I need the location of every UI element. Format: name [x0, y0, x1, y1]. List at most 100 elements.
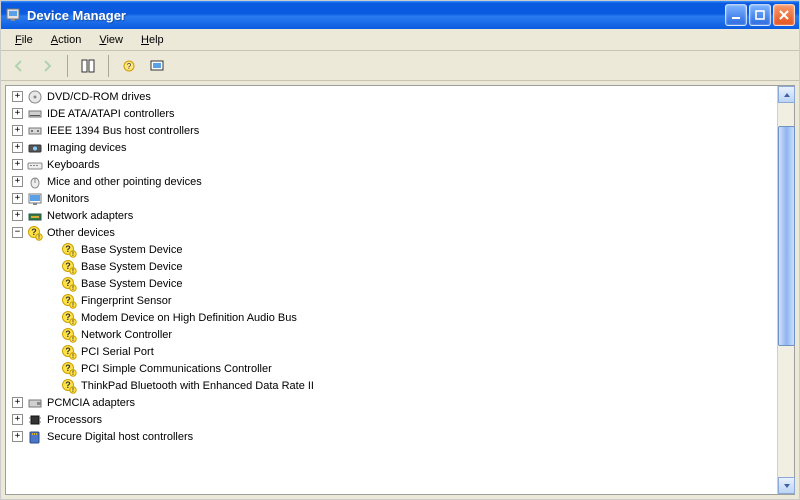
scroll-down-button[interactable] — [778, 477, 795, 494]
collapse-toggle-icon[interactable]: − — [12, 227, 23, 238]
expand-toggle-icon[interactable]: + — [12, 142, 23, 153]
tree-indent — [46, 329, 57, 340]
pcmcia-icon — [27, 395, 43, 411]
tree-node-label: Base System Device — [81, 261, 182, 273]
tree-category[interactable]: + Network adapters — [8, 207, 777, 224]
tree-category[interactable]: +Processors — [8, 411, 777, 428]
tree-category[interactable]: +IEEE 1394 Bus host controllers — [8, 122, 777, 139]
tree-node-label: Network Controller — [81, 329, 172, 341]
expand-toggle-icon[interactable]: + — [12, 159, 23, 170]
tree-node-label: Base System Device — [81, 278, 182, 290]
unknown-icon — [61, 276, 77, 292]
tree-category[interactable]: + PCMCIA adapters — [8, 394, 777, 411]
tree-category[interactable]: − Other devices — [8, 224, 777, 241]
tree-category[interactable]: + Imaging devices — [8, 139, 777, 156]
tree-node-label: Mice and other pointing devices — [47, 176, 202, 188]
close-button[interactable] — [773, 4, 795, 26]
unknown-icon — [61, 259, 77, 275]
scan-hardware-button[interactable] — [145, 54, 169, 78]
menu-help[interactable]: Help — [133, 32, 172, 48]
tree-item[interactable]: Base System Device — [8, 258, 777, 275]
tree-category[interactable]: + DVD/CD-ROM drives — [8, 88, 777, 105]
menu-action[interactable]: Action — [43, 32, 90, 48]
tree-indent — [46, 312, 57, 323]
title-bar: Device Manager — [1, 1, 799, 29]
maximize-button[interactable] — [749, 4, 771, 26]
refresh-button[interactable]: ? — [117, 54, 141, 78]
unknown-icon — [61, 361, 77, 377]
tree-category[interactable]: +IDE ATA/ATAPI controllers — [8, 105, 777, 122]
cpu-icon — [27, 412, 43, 428]
tree-node-label: Fingerprint Sensor — [81, 295, 172, 307]
toolbar-separator — [108, 55, 109, 77]
menu-view[interactable]: View — [91, 32, 131, 48]
expand-toggle-icon[interactable]: + — [12, 91, 23, 102]
unknown-icon — [27, 225, 43, 241]
app-icon — [5, 7, 21, 23]
tree-node-label: Network adapters — [47, 210, 133, 222]
window-controls — [725, 4, 795, 26]
tree-category[interactable]: + Monitors — [8, 190, 777, 207]
expand-toggle-icon[interactable]: + — [12, 176, 23, 187]
tree-indent — [46, 261, 57, 272]
unknown-icon — [61, 242, 77, 258]
unknown-icon — [61, 378, 77, 394]
monitor-icon — [27, 191, 43, 207]
tree-node-label: Modem Device on High Definition Audio Bu… — [81, 312, 297, 324]
unknown-icon — [61, 327, 77, 343]
vertical-scrollbar[interactable] — [777, 86, 794, 494]
ide-icon — [27, 106, 43, 122]
sd-icon — [27, 429, 43, 445]
expand-toggle-icon[interactable]: + — [12, 397, 23, 408]
tree-node-label: PCMCIA adapters — [47, 397, 135, 409]
tree-node-label: Secure Digital host controllers — [47, 431, 193, 443]
unknown-icon — [61, 344, 77, 360]
nav-forward-button[interactable] — [35, 54, 59, 78]
tree-item[interactable]: PCI Simple Communications Controller — [8, 360, 777, 377]
mouse-icon — [27, 174, 43, 190]
tree-item[interactable]: Base System Device — [8, 241, 777, 258]
tree-node-label: DVD/CD-ROM drives — [47, 91, 151, 103]
tree-item[interactable]: Modem Device on High Definition Audio Bu… — [8, 309, 777, 326]
menu-file[interactable]: File — [7, 32, 41, 48]
expand-toggle-icon[interactable]: + — [12, 193, 23, 204]
window-title: Device Manager — [27, 8, 725, 23]
tree-node-label: Monitors — [47, 193, 89, 205]
tree-item[interactable]: PCI Serial Port — [8, 343, 777, 360]
tree-item[interactable]: Network Controller — [8, 326, 777, 343]
device-tree[interactable]: + DVD/CD-ROM drives +IDE ATA/ATAPI control… — [6, 86, 777, 494]
svg-text:?: ? — [127, 62, 132, 71]
unknown-icon — [61, 310, 77, 326]
tree-indent — [46, 295, 57, 306]
tree-item[interactable]: Base System Device — [8, 275, 777, 292]
tree-item[interactable]: ThinkPad Bluetooth with Enhanced Data Ra… — [8, 377, 777, 394]
tree-node-label: Other devices — [47, 227, 115, 239]
tree-category[interactable]: + Secure Digital host controllers — [8, 428, 777, 445]
expand-toggle-icon[interactable]: + — [12, 414, 23, 425]
tree-node-label: Base System Device — [81, 244, 182, 256]
tree-category[interactable]: +Keyboards — [8, 156, 777, 173]
scrollbar-thumb[interactable] — [778, 126, 795, 346]
tree-indent — [46, 363, 57, 374]
tree-node-label: Imaging devices — [47, 142, 127, 154]
network-icon — [27, 208, 43, 224]
expand-toggle-icon[interactable]: + — [12, 431, 23, 442]
tree-item[interactable]: Fingerprint Sensor — [8, 292, 777, 309]
tree-node-label: PCI Serial Port — [81, 346, 154, 358]
tree-indent — [46, 380, 57, 391]
expand-toggle-icon[interactable]: + — [12, 125, 23, 136]
expand-toggle-icon[interactable]: + — [12, 108, 23, 119]
content-panel: + DVD/CD-ROM drives +IDE ATA/ATAPI control… — [5, 85, 795, 495]
tree-indent — [46, 346, 57, 357]
nav-back-button[interactable] — [7, 54, 31, 78]
tree-indent — [46, 278, 57, 289]
minimize-button[interactable] — [725, 4, 747, 26]
tree-node-label: ThinkPad Bluetooth with Enhanced Data Ra… — [81, 380, 314, 392]
tree-indent — [46, 244, 57, 255]
tree-category[interactable]: + Mice and other pointing devices — [8, 173, 777, 190]
expand-toggle-icon[interactable]: + — [12, 210, 23, 221]
disc-icon — [27, 89, 43, 105]
unknown-icon — [61, 293, 77, 309]
scroll-up-button[interactable] — [778, 86, 795, 103]
properties-button[interactable] — [76, 54, 100, 78]
